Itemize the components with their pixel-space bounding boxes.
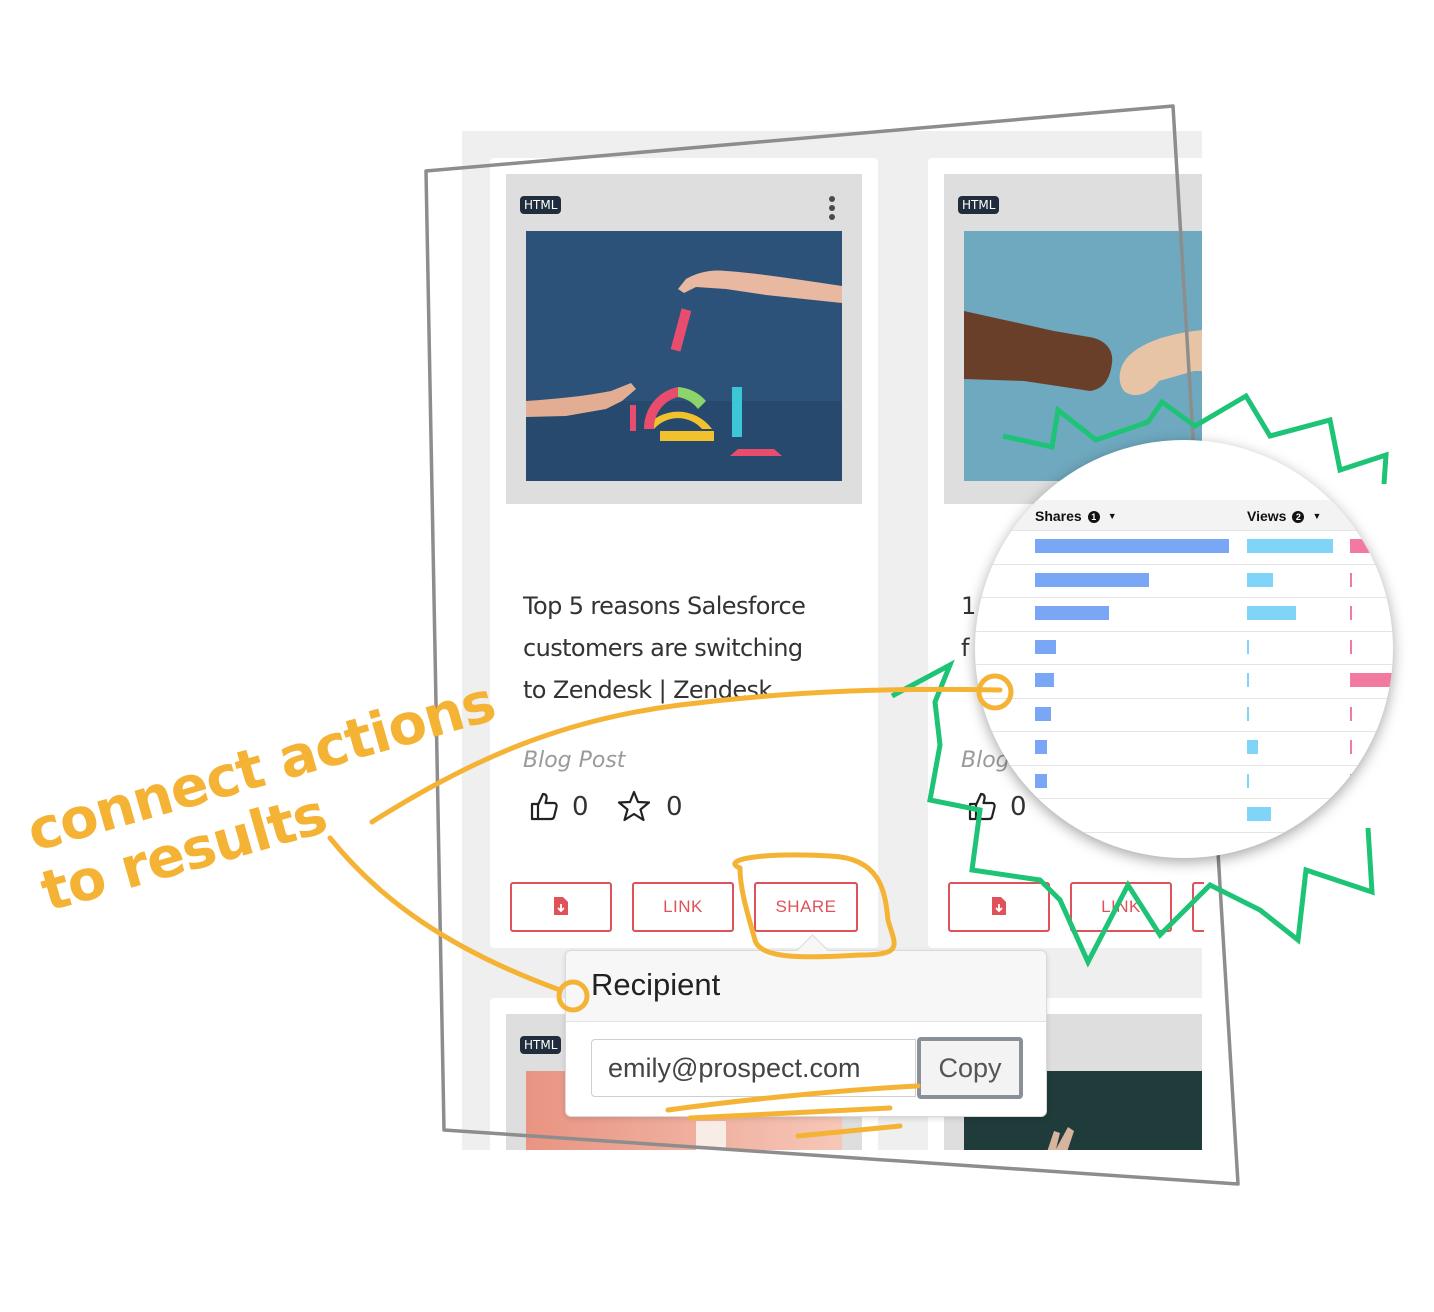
annotation-strokes (327, 673, 1014, 1139)
